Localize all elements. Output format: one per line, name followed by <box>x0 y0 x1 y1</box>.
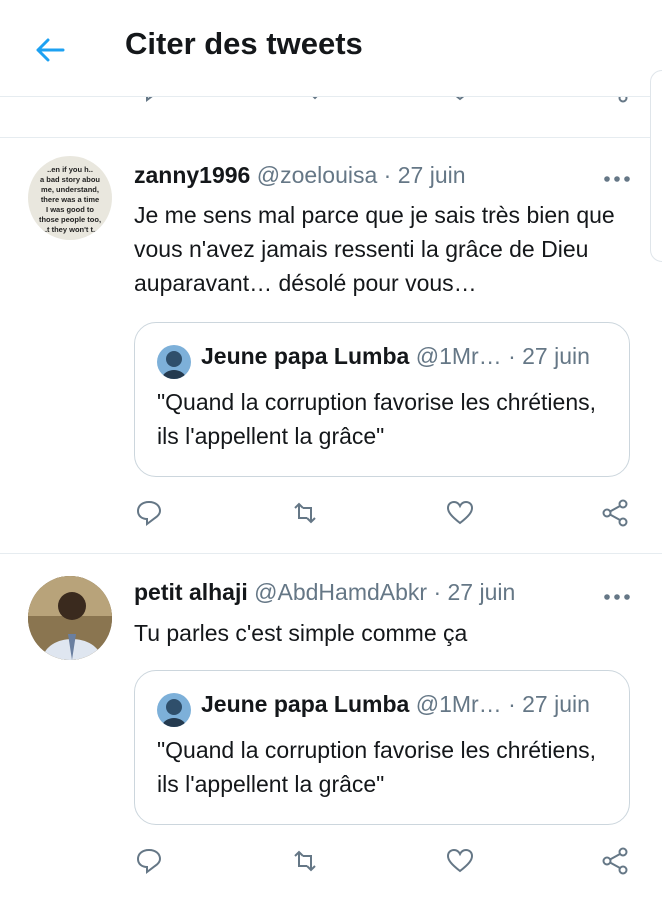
svg-text:a bad story abou: a bad story abou <box>40 175 100 184</box>
avatar[interactable] <box>28 576 112 660</box>
separator: · <box>508 343 516 369</box>
quoted-tweet[interactable]: Jeune papa Lumba @1Mr… · 27 juin "Quand … <box>134 670 630 825</box>
arrow-left-icon <box>36 38 65 62</box>
separator: · <box>383 162 392 188</box>
tweet-header: zanny1996 @zoelouisa · 27 juin <box>134 162 466 189</box>
retweet-icon[interactable] <box>290 846 324 880</box>
avatar[interactable]: ..en if you h.. a bad story abou me, und… <box>28 156 112 240</box>
handle[interactable]: @AbdHamdAbkr <box>254 579 427 605</box>
handle: @1Mr… <box>415 343 502 369</box>
display-name: Jeune papa Lumba <box>201 691 410 717</box>
tweet-actions <box>134 846 634 882</box>
timestamp: 27 juin <box>522 691 590 717</box>
avatar-text-image: ..en if you h.. a bad story abou me, und… <box>39 165 101 234</box>
share-icon[interactable] <box>600 846 634 880</box>
quoted-tweet[interactable]: Jeune papa Lumba @1Mr… · 27 juin "Quand … <box>134 322 630 477</box>
handle[interactable]: @zoelouisa <box>257 162 378 188</box>
separator: · <box>433 579 442 605</box>
svg-text:I was good to: I was good to <box>46 205 94 214</box>
reply-icon[interactable] <box>134 846 168 880</box>
like-icon[interactable] <box>445 846 479 880</box>
display-name[interactable]: zanny1996 <box>134 162 250 188</box>
tweet-text: Je me sens mal parce que je sais très bi… <box>134 202 615 296</box>
back-button[interactable] <box>30 30 70 70</box>
share-icon[interactable] <box>600 498 634 532</box>
retweet-icon[interactable] <box>290 498 324 532</box>
timestamp[interactable]: 27 juin <box>398 162 466 188</box>
quoted-tweet-text: "Quand la corruption favorise les chréti… <box>157 389 596 449</box>
display-name[interactable]: petit alhaji <box>134 579 248 605</box>
svg-text:..t they won't t..: ..t they won't t.. <box>43 225 97 234</box>
like-icon[interactable] <box>445 498 479 532</box>
timestamp: 27 juin <box>522 343 590 369</box>
svg-text:there was a time: there was a time <box>41 195 99 204</box>
separator: · <box>508 691 516 717</box>
quoted-tweet-text: "Quand la corruption favorise les chréti… <box>157 737 596 797</box>
tweet-actions <box>134 498 634 534</box>
tweet-header: petit alhaji @AbdHamdAbkr · 27 juin <box>134 579 515 606</box>
tweet-text: Tu parles c'est simple comme ça <box>134 620 468 646</box>
more-options-icon[interactable] <box>602 171 632 182</box>
avatar <box>157 693 191 727</box>
svg-text:..en if you h..: ..en if you h.. <box>47 165 93 174</box>
quoted-tweet-header: Jeune papa Lumba @1Mr… · 27 juin <box>201 691 590 718</box>
avatar <box>157 345 191 379</box>
timestamp[interactable]: 27 juin <box>448 579 516 605</box>
page-title: Citer des tweets <box>125 26 363 61</box>
svg-text:those people too,: those people too, <box>39 215 101 224</box>
svg-text:me, understand,: me, understand, <box>41 185 99 194</box>
quoted-tweet-header: Jeune papa Lumba @1Mr… · 27 juin <box>201 343 590 370</box>
top-bar: Citer des tweets <box>0 0 662 97</box>
reply-icon[interactable] <box>134 498 168 532</box>
more-options-icon[interactable] <box>602 589 632 600</box>
scrollbar[interactable] <box>650 70 662 262</box>
display-name: Jeune papa Lumba <box>201 343 410 369</box>
tweet[interactable]: petit alhaji @AbdHamdAbkr · 27 juin Tu p… <box>0 554 662 898</box>
tweet[interactable]: ..en if you h.. a bad story abou me, und… <box>0 138 662 554</box>
handle: @1Mr… <box>415 691 502 717</box>
